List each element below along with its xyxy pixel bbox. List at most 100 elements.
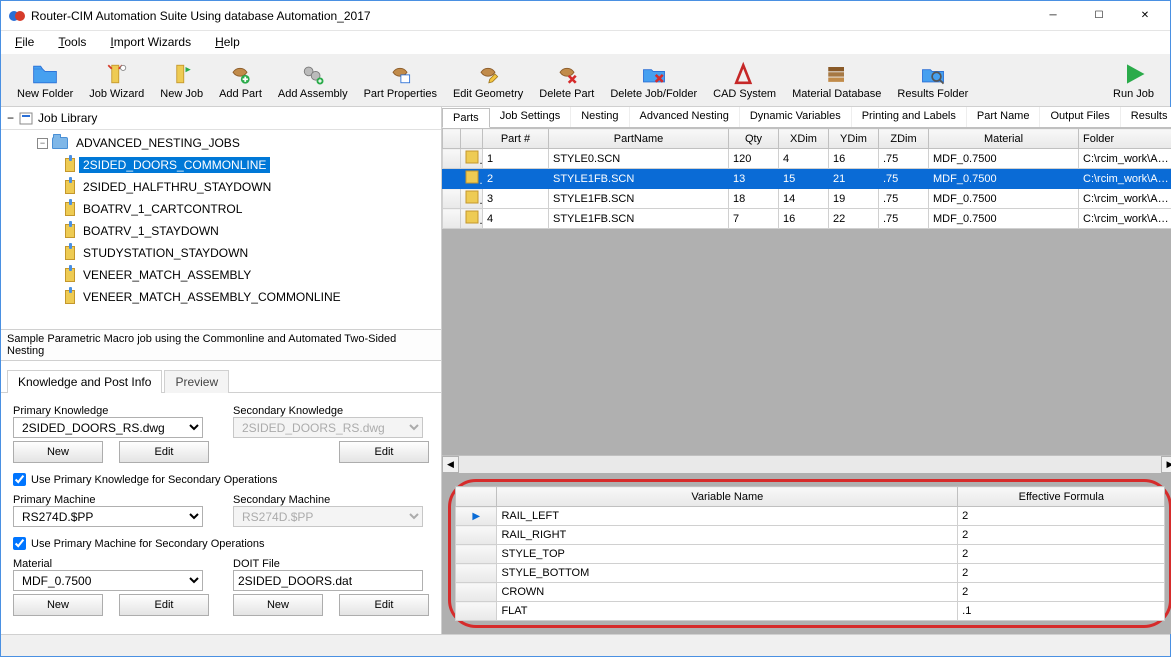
primary-knowledge-select[interactable]: 2SIDED_DOORS_RS.dwg <box>13 417 203 438</box>
menu-file[interactable]: File <box>9 33 40 51</box>
statusbar <box>1 634 1170 656</box>
tab-parts[interactable]: Parts <box>442 108 490 128</box>
scroll-left-button[interactable]: ◀ <box>442 456 459 473</box>
material-select[interactable]: MDF_0.7500 <box>13 570 203 591</box>
table-row[interactable]: ▶RAIL_LEFT2 <box>456 507 1165 526</box>
secondary-knowledge-edit-button[interactable]: Edit <box>339 441 429 463</box>
scroll-right-button[interactable]: ▶ <box>1161 456 1171 473</box>
primary-knowledge-new-button[interactable]: New <box>13 441 103 463</box>
new-job-button[interactable]: New Job <box>152 58 211 102</box>
tree-folder[interactable]: − ADVANCED_NESTING_JOBS <box>3 132 439 154</box>
tree-job-item[interactable]: VENEER_MATCH_ASSEMBLY <box>3 264 439 286</box>
tree-job-item[interactable]: VENEER_MATCH_ASSEMBLY_COMMONLINE <box>3 286 439 308</box>
use-primary-knowledge-label: Use Primary Knowledge for Secondary Oper… <box>31 474 277 486</box>
table-row[interactable]: CROWN2 <box>456 583 1165 602</box>
tab-printing-and-labels[interactable]: Printing and Labels <box>852 107 967 127</box>
tab-knowledge-post[interactable]: Knowledge and Post Info <box>7 370 162 393</box>
menu-tools[interactable]: Tools <box>52 33 92 51</box>
add-assembly-button[interactable]: Add Assembly <box>270 58 356 102</box>
menu-import-wizards[interactable]: Import Wizards <box>104 33 197 51</box>
cad-system-button[interactable]: CAD System <box>705 58 784 102</box>
tab-part-name[interactable]: Part Name <box>967 107 1041 127</box>
tab-dynamic-variables[interactable]: Dynamic Variables <box>740 107 852 127</box>
col-xdim[interactable]: XDim <box>779 129 829 149</box>
edit-geometry-button[interactable]: Edit Geometry <box>445 58 531 102</box>
tab-nesting[interactable]: Nesting <box>571 107 629 127</box>
job-icon <box>65 224 75 238</box>
delete-job-folder-button[interactable]: Delete Job/Folder <box>602 58 705 102</box>
material-new-button[interactable]: New <box>13 594 103 616</box>
col-folder[interactable]: Folder <box>1079 129 1171 149</box>
properties-icon <box>386 60 414 88</box>
col-ydim[interactable]: YDim <box>829 129 879 149</box>
col-part-num[interactable]: Part # <box>483 129 549 149</box>
doit-new-button[interactable]: New <box>233 594 323 616</box>
part-properties-button[interactable]: Part Properties <box>356 58 445 102</box>
use-primary-knowledge-checkbox[interactable] <box>13 473 26 486</box>
table-row[interactable]: 1STYLE0.SCN120416.75MDF_0.7500C:\rcim_wo… <box>443 149 1171 169</box>
horizontal-scrollbar[interactable]: ◀ ▶ <box>442 455 1171 473</box>
tree-job-item[interactable]: BOATRV_1_CARTCONTROL <box>3 198 439 220</box>
table-row[interactable]: RAIL_RIGHT2 <box>456 526 1165 545</box>
folder-icon <box>31 60 59 88</box>
secondary-machine-label: Secondary Machine <box>233 494 429 506</box>
parts-grid[interactable]: Part # PartName Qty XDim YDim ZDim Mater… <box>442 128 1171 229</box>
variables-grid[interactable]: Variable Name Effective Formula ▶RAIL_LE… <box>455 486 1165 621</box>
col-effective-formula[interactable]: Effective Formula <box>958 487 1165 507</box>
menu-help[interactable]: Help <box>209 33 246 51</box>
part-icon <box>465 170 479 184</box>
knowledge-form: Primary Knowledge 2SIDED_DOORS_RS.dwg Ne… <box>1 393 441 624</box>
results-folder-button[interactable]: Results Folder <box>889 58 976 102</box>
tree-job-label: 2SIDED_HALFTHRU_STAYDOWN <box>79 179 275 195</box>
tab-job-settings[interactable]: Job Settings <box>490 107 572 127</box>
delete-part-button[interactable]: Delete Part <box>531 58 602 102</box>
menubar: File Tools Import Wizards Help <box>1 31 1170 53</box>
primary-knowledge-edit-button[interactable]: Edit <box>119 441 209 463</box>
job-tree[interactable]: − ADVANCED_NESTING_JOBS 2SIDED_DOORS_COM… <box>1 130 441 330</box>
doit-edit-button[interactable]: Edit <box>339 594 429 616</box>
col-zdim[interactable]: ZDim <box>879 129 929 149</box>
col-material[interactable]: Material <box>929 129 1079 149</box>
use-primary-machine-checkbox[interactable] <box>13 537 26 550</box>
tab-advanced-nesting[interactable]: Advanced Nesting <box>630 107 740 127</box>
tree-job-item[interactable]: 2SIDED_DOORS_COMMONLINE <box>3 154 439 176</box>
job-icon <box>65 290 75 304</box>
tree-job-item[interactable]: BOATRV_1_STAYDOWN <box>3 220 439 242</box>
job-wizard-button[interactable]: Job Wizard <box>81 58 152 102</box>
tab-output-files[interactable]: Output Files <box>1040 107 1120 127</box>
job-icon <box>65 158 75 172</box>
col-part-name[interactable]: PartName <box>549 129 729 149</box>
material-label: Material <box>13 558 209 570</box>
primary-machine-select[interactable]: RS274D.$PP <box>13 506 203 527</box>
maximize-button[interactable]: ☐ <box>1076 1 1122 31</box>
tree-collapse-folder[interactable]: − <box>37 138 48 149</box>
table-row[interactable]: STYLE_TOP2 <box>456 545 1165 564</box>
table-row[interactable]: STYLE_BOTTOM2 <box>456 564 1165 583</box>
material-edit-button[interactable]: Edit <box>119 594 209 616</box>
tab-results[interactable]: Results <box>1121 107 1171 127</box>
minimize-button[interactable]: ─ <box>1030 1 1076 31</box>
tree-collapse-root[interactable]: − <box>7 111 14 125</box>
col-qty[interactable]: Qty <box>729 129 779 149</box>
new-job-icon <box>168 60 196 88</box>
table-row[interactable]: 4STYLE1FB.SCN71622.75MDF_0.7500C:\rcim_w… <box>443 209 1171 229</box>
tree-job-item[interactable]: 2SIDED_HALFTHRU_STAYDOWN <box>3 176 439 198</box>
material-database-button[interactable]: Material Database <box>784 58 889 102</box>
table-row[interactable]: ▶2STYLE1FB.SCN131521.75MDF_0.7500C:\rcim… <box>443 169 1171 189</box>
table-row[interactable]: FLAT.1 <box>456 602 1165 621</box>
knowledge-tabs: Knowledge and Post Info Preview <box>1 369 441 393</box>
new-folder-button[interactable]: New Folder <box>9 58 81 102</box>
delete-part-icon <box>553 60 581 88</box>
right-pane: PartsJob SettingsNestingAdvanced Nesting… <box>442 107 1171 634</box>
tree-job-item[interactable]: STUDYSTATION_STAYDOWN <box>3 242 439 264</box>
tab-preview[interactable]: Preview <box>164 370 229 393</box>
add-part-button[interactable]: Add Part <box>211 58 270 102</box>
col-variable-name[interactable]: Variable Name <box>497 487 958 507</box>
close-button[interactable]: ✕ <box>1122 1 1168 31</box>
job-description: Sample Parametric Macro job using the Co… <box>1 330 441 361</box>
doit-file-input[interactable] <box>233 570 423 591</box>
run-job-button[interactable]: Run Job <box>1105 58 1162 102</box>
job-icon <box>65 246 75 260</box>
tree-job-label: BOATRV_1_STAYDOWN <box>79 223 223 239</box>
table-row[interactable]: 3STYLE1FB.SCN181419.75MDF_0.7500C:\rcim_… <box>443 189 1171 209</box>
